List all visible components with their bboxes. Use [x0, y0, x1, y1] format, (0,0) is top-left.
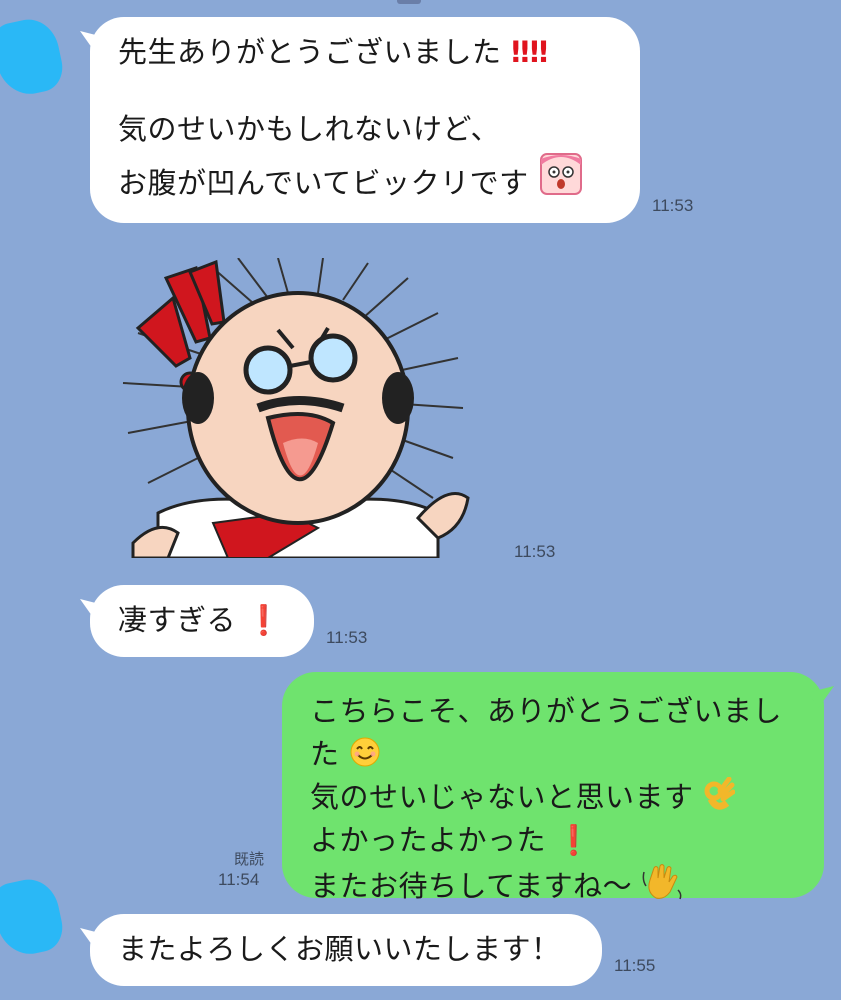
- message-bubble[interactable]: こちらこそ、ありがとうございまし た 気のせいじゃないと思います よかったよかっ…: [282, 672, 824, 903]
- exclamation-emoji: ❗: [555, 823, 593, 857]
- double-exclamation-emoji: ‼: [511, 35, 530, 69]
- sender-avatar[interactable]: [0, 874, 67, 960]
- read-receipt: 既読: [234, 850, 265, 868]
- message-line: 気のせいかもしれないけど、: [118, 112, 501, 146]
- message-time: 11:53: [514, 542, 556, 561]
- exclamation-emoji: ❗: [245, 603, 283, 637]
- message-text: た: [310, 737, 340, 771]
- message-text: 気のせいじゃないと思います: [310, 780, 694, 814]
- double-exclamation-emoji: ‼: [529, 35, 549, 69]
- message-bubble[interactable]: またよろしくお願いいたします！: [90, 914, 602, 986]
- message-line: お腹が凹んでいてビックリです: [118, 151, 640, 200]
- message-time: 11:53: [652, 196, 694, 215]
- message-line: こちらこそ、ありがとうございまし: [310, 694, 783, 728]
- ok-hand-emoji: [704, 777, 736, 810]
- message-bubble[interactable]: 凄すぎる ❗: [90, 585, 314, 657]
- message-line: またお待ちしてますね〜: [310, 862, 824, 905]
- message-line: よかったよかった ❗: [310, 819, 824, 862]
- message-line: た: [310, 733, 824, 776]
- shocked-bald-man-sticker[interactable]: [118, 258, 478, 558]
- message-text: 先生ありがとうございました: [118, 35, 502, 69]
- waving-hand-emoji: [642, 864, 682, 900]
- smiling-face-emoji: [350, 737, 380, 767]
- message-line: 凄すぎる ❗: [118, 599, 314, 642]
- message-time: 11:54: [218, 870, 260, 889]
- message-text: よかったよかった: [310, 823, 547, 857]
- top-edge-marker: [397, 0, 421, 4]
- chat-thread[interactable]: 先生ありがとうございました ‼‼ 気のせいかもしれないけど、 お腹が凹んでいてビ…: [0, 0, 841, 1000]
- message-text: お腹が凹んでいてビックリです: [118, 166, 529, 200]
- message-time: 11:55: [614, 956, 656, 975]
- message-time: 11:53: [326, 628, 368, 647]
- surprised-face-sticker-emoji: [540, 153, 583, 195]
- message-bubble[interactable]: 先生ありがとうございました ‼‼ 気のせいかもしれないけど、 お腹が凹んでいてビ…: [90, 17, 640, 223]
- message-line: またよろしくお願いいたします！: [118, 932, 561, 966]
- message-text: またお待ちしてますね〜: [310, 869, 633, 903]
- sender-avatar[interactable]: [0, 14, 67, 100]
- message-line: 先生ありがとうございました ‼‼: [118, 31, 640, 74]
- message-line: 気のせいじゃないと思います: [310, 776, 824, 819]
- message-text: 凄すぎる: [118, 603, 237, 637]
